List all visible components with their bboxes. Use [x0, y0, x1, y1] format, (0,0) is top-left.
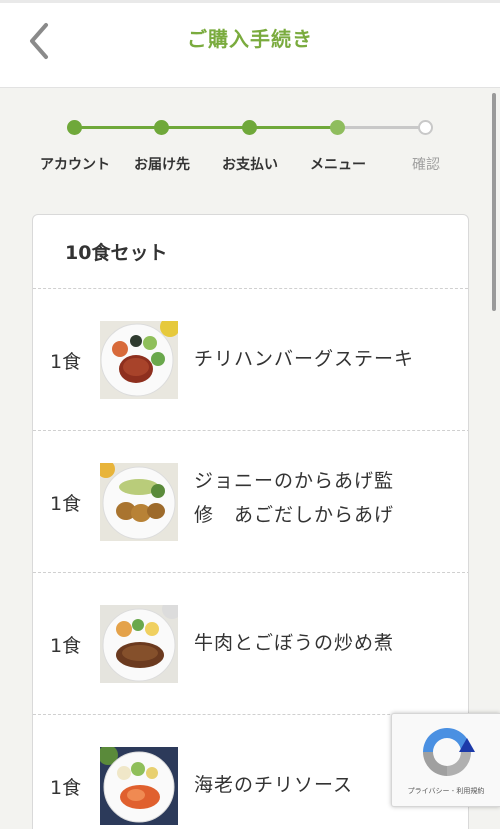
step-label-account: アカウント	[40, 157, 110, 173]
recaptcha-links[interactable]: プライバシー - 利用規約	[392, 786, 500, 796]
progress-stepper: アカウント お届け先 お支払い メニュー 確認	[0, 110, 500, 180]
item-name: 牛肉とごぼうの炒め煮	[194, 632, 395, 654]
recaptcha-icon	[423, 728, 475, 776]
karaage-plate-icon	[100, 463, 178, 541]
item-quantity: 1食	[50, 777, 82, 799]
item-name-line: 修 あごだしからあげ	[194, 504, 395, 526]
step-label-confirm: 確認	[412, 157, 440, 173]
menu-item: 1食 ジョニーのからあげ監 修 あごだしからあげ	[33, 431, 468, 573]
step-label-payment: お支払い	[222, 157, 278, 173]
item-name-line: ジョニーのからあげ監	[194, 470, 395, 492]
page-title: ご購入手続き	[187, 27, 313, 51]
step-label-delivery: お届け先	[134, 157, 190, 173]
item-quantity: 1食	[50, 493, 82, 515]
menu-item: 1食 牛肉とごぼうの炒め煮	[33, 573, 468, 715]
shrimp-chili-plate-icon	[100, 747, 178, 825]
hamburg-steak-plate-icon	[100, 321, 178, 399]
item-name: ジョニーのからあげ監 修 あごだしからあげ	[194, 464, 454, 532]
item-name: チリハンバーグステーキ	[194, 348, 415, 370]
step-dot-menu	[330, 120, 345, 135]
header-bar: ご購入手続き	[0, 0, 500, 88]
item-quantity: 1食	[50, 351, 82, 373]
beef-burdock-plate-icon	[100, 605, 178, 683]
step-dot-account	[67, 120, 82, 135]
step-label-menu: メニュー	[310, 157, 366, 173]
item-quantity: 1食	[50, 635, 82, 657]
step-dot-delivery	[154, 120, 169, 135]
menu-item: 1食 チリハンバーグステーキ	[33, 289, 468, 431]
step-dot-payment	[242, 120, 257, 135]
set-title: 10食セット	[65, 242, 168, 264]
step-connector	[75, 126, 338, 129]
step-connector	[338, 126, 426, 129]
step-dot-confirm	[418, 120, 433, 135]
recaptcha-badge[interactable]: プライバシー - 利用規約	[391, 713, 500, 807]
